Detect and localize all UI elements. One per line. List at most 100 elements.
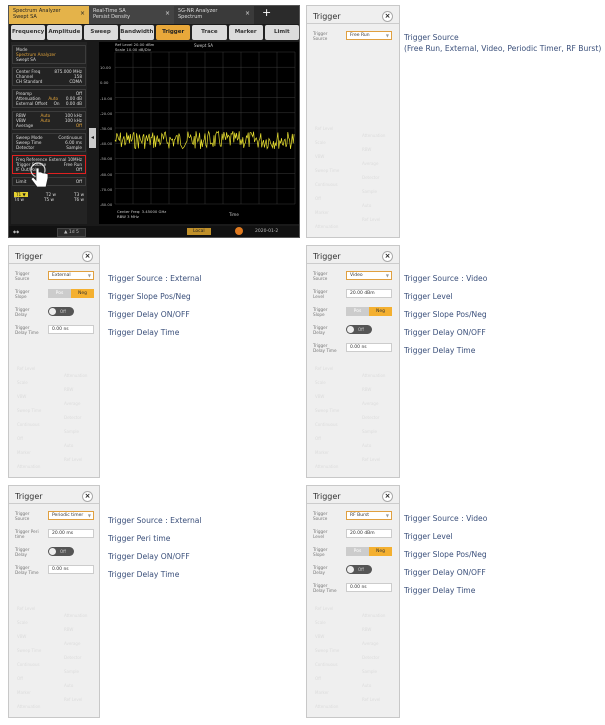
disabled-setting-text: Scale <box>315 380 326 385</box>
tab-spectrum-analyzer[interactable]: Spectrum Analyzer Swept SA × <box>9 6 89 24</box>
trigger-delay-toggle[interactable]: Off <box>346 565 372 574</box>
mode-group[interactable]: Mode Spectrum Analyzer Swept SA <box>12 45 86 64</box>
trigger-source-select[interactable]: RF Burst ▼ <box>346 511 392 520</box>
menu-amplitude[interactable]: Amplitude <box>47 25 82 40</box>
disabled-setting-text: Auto <box>64 443 74 448</box>
trigger-delay-time-label: Trigger Delay Time <box>15 565 39 575</box>
menu-limit[interactable]: Limit <box>264 25 299 40</box>
annotation-periodic-timer: Trigger Source : External Trigger Peri t… <box>108 512 202 584</box>
trigger-panel-rf-burst: Trigger × Trigger Source RF Burst ▼ Trigg… <box>306 485 400 718</box>
slope-pos-button[interactable]: Pos <box>346 547 369 556</box>
trigger-slope-segmented[interactable]: Pos Neg <box>346 307 392 316</box>
trigger-delay-toggle[interactable]: Off <box>346 325 372 334</box>
toggle-knob <box>347 326 354 333</box>
chevron-down-icon: ▼ <box>385 273 389 278</box>
trigger-source-select[interactable]: Free Run ▼ <box>346 31 392 40</box>
annotation-line: Trigger Source : External <box>108 516 202 525</box>
settings-summary-panel: Mode Spectrum Analyzer Swept SA Center F… <box>11 42 87 224</box>
close-icon[interactable]: × <box>382 491 393 502</box>
close-icon[interactable]: × <box>165 11 170 17</box>
bandwidth-group[interactable]: RBW Auto 100 kHz VBW Auto 100 kHz Average Off <box>12 111 86 130</box>
close-icon[interactable]: × <box>245 11 250 17</box>
close-icon[interactable]: × <box>382 11 393 22</box>
limit-label: Limit <box>16 179 27 184</box>
trigger-source-select[interactable]: Periodic timer ▼ <box>48 511 94 520</box>
trigger-delay-time-input[interactable]: 0.00 ns <box>346 583 392 592</box>
toggle-knob <box>347 566 354 573</box>
tab-subtitle: Persist Density <box>93 14 131 20</box>
toggle-knob <box>49 308 56 315</box>
close-icon[interactable]: × <box>382 251 393 262</box>
trigger-delay-time-input[interactable]: 0.00 ns <box>48 325 94 334</box>
trigger-delay-toggle[interactable]: Off <box>48 547 74 556</box>
trigger-delay-toggle[interactable]: Off <box>48 307 74 316</box>
disabled-setting-text: Sweep Time <box>17 648 42 653</box>
trigger-source-select[interactable]: Video ▼ <box>346 271 392 280</box>
status-datetime: 2020-01-2 <box>255 229 279 234</box>
disabled-setting-text: Scale <box>17 380 28 385</box>
trigger-level-label: Trigger Level <box>313 289 328 299</box>
trigger-delay-time-input[interactable]: 0.00 ns <box>346 343 392 352</box>
disabled-setting-text: Attenuation <box>64 613 88 618</box>
annotation-line: Trigger Slope Pos/Neg <box>404 310 487 319</box>
disabled-setting-text: Continuous <box>315 182 338 187</box>
add-tab-icon[interactable]: + <box>254 6 271 24</box>
menu-sweep[interactable]: Sweep <box>83 25 118 40</box>
menu-trigger[interactable]: Trigger <box>156 25 191 40</box>
tab-real-time-sa[interactable]: Real-Time SA Persist Density × <box>89 6 174 24</box>
slope-pos-button[interactable]: Pos <box>48 289 71 298</box>
trace-row-2[interactable]: T4 w T5 w T6 w <box>11 197 87 202</box>
toggle-state: Off <box>60 549 66 554</box>
trigger-slope-segmented[interactable]: Pos Neg <box>346 547 392 556</box>
annotation-line: Trigger Slope Pos/Neg <box>108 292 191 301</box>
status-left: ▲ 1d 5 <box>57 228 86 237</box>
annotation-video: Trigger Source : Video Trigger Level Tri… <box>404 270 487 360</box>
disabled-setting-text: Attenuation <box>362 373 386 378</box>
disabled-setting-text: Scale <box>17 620 28 625</box>
disabled-setting-text: Auto <box>362 443 372 448</box>
slope-neg-button[interactable]: Neg <box>369 547 392 556</box>
average-label: Average <box>16 123 34 128</box>
collapse-panel-button[interactable]: ◂ <box>89 128 96 148</box>
trace-5-label: T5 w <box>44 197 54 202</box>
menu-marker[interactable]: Marker <box>228 25 263 40</box>
frequency-group[interactable]: Center Freq 875.000 MHz Channel 158 CH Sta… <box>12 67 86 86</box>
disabled-setting-text: Sample <box>362 669 377 674</box>
trigger-source-select[interactable]: External ▼ <box>48 271 94 280</box>
trigger-level-input[interactable]: 20.00 dBm <box>346 529 392 538</box>
disabled-setting-text: VBW <box>17 394 27 399</box>
trigger-delay-label: Trigger Delay <box>15 307 30 317</box>
spectrum-plot[interactable]: Ref Level 20.00 dBm Scale 10.00 dB/Div S… <box>99 42 299 224</box>
disabled-setting-text: Auto <box>362 683 372 688</box>
trigger-period-input[interactable]: 20.00 ms <box>48 529 94 538</box>
ch-standard-value: CDMA <box>69 79 82 84</box>
disabled-setting-text: Ref Level <box>17 366 36 371</box>
trigger-source-value: Video <box>350 273 363 278</box>
menu-frequency[interactable]: Frequency <box>11 25 46 40</box>
disabled-setting-text: Off <box>315 436 321 441</box>
trigger-delay-time-label: Trigger Delay Time <box>313 343 337 353</box>
y-tick-label: -30.00 <box>100 126 113 131</box>
slope-neg-button[interactable]: Neg <box>369 307 392 316</box>
ext-offset-value: 0.00 dB <box>65 101 82 106</box>
amplitude-group[interactable]: Preamp Off Attenuation Auto 0.00 dB Externa… <box>12 89 86 108</box>
tab-5g-nr-analyzer[interactable]: 5G-NR Analyzer Spectrum × <box>174 6 254 24</box>
slope-pos-button[interactable]: Pos <box>346 307 369 316</box>
trigger-source-label: Trigger Source <box>15 271 30 281</box>
trigger-slope-segmented[interactable]: Pos Neg <box>48 289 94 298</box>
menu-trace[interactable]: Trace <box>192 25 227 40</box>
trigger-delay-time-input[interactable]: 0.00 ns <box>48 565 94 574</box>
annotation-line: (Free Run, External, Video, Periodic Tim… <box>404 44 602 53</box>
trigger-level-input[interactable]: 20.00 dBm <box>346 289 392 298</box>
disabled-setting-text: Off <box>315 196 321 201</box>
disabled-setting-text: Sweep Time <box>17 408 42 413</box>
close-icon[interactable]: × <box>82 491 93 502</box>
close-icon[interactable]: × <box>80 11 85 17</box>
y-tick-label: -70.00 <box>100 186 113 192</box>
sweep-group[interactable]: Sweep Mode Continuous Sweep Time 6.00 ms D… <box>12 133 86 152</box>
main-menu-bar: Frequency Amplitude Sweep Bandwidth Trig… <box>9 25 299 40</box>
annotation-line: Trigger Delay Time <box>404 586 476 595</box>
menu-bandwidth[interactable]: Bandwidth <box>119 25 154 40</box>
close-icon[interactable]: × <box>82 251 93 262</box>
slope-neg-button[interactable]: Neg <box>71 289 94 298</box>
